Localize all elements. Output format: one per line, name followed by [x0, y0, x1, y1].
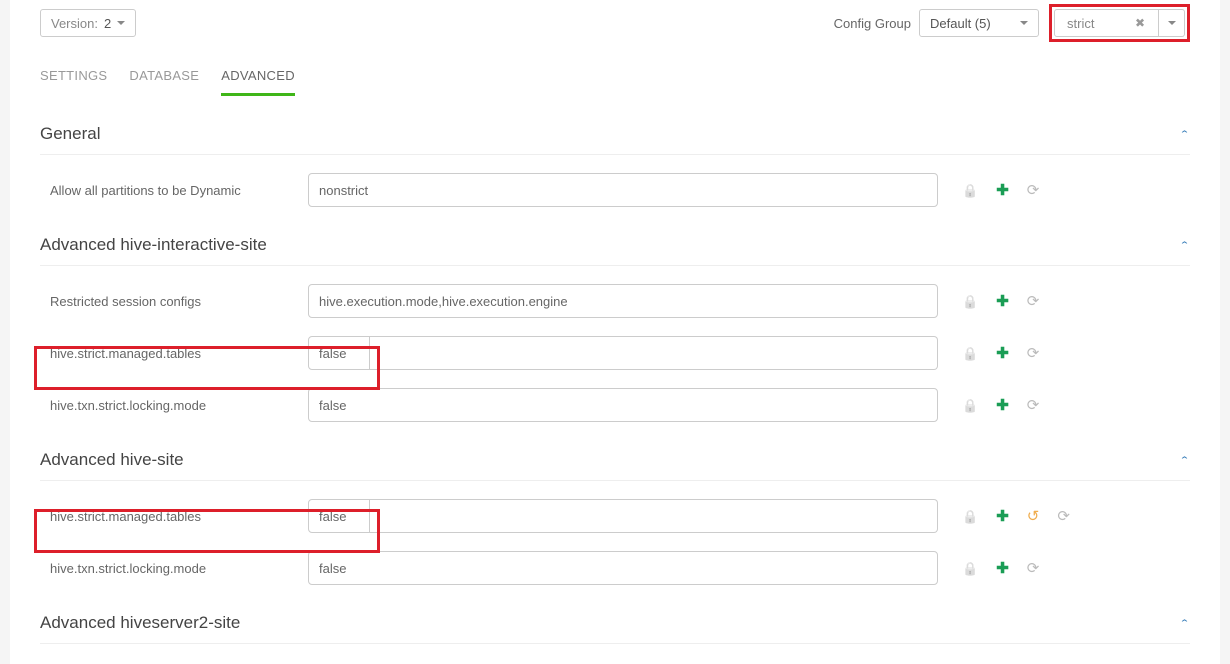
chevron-down-icon	[1168, 21, 1176, 25]
lock-icon[interactable]	[962, 508, 978, 525]
panel-header-general[interactable]: General ⌃	[40, 124, 1190, 155]
filter-input-wrapper[interactable]: ✖	[1054, 9, 1159, 37]
config-label: hive.txn.strict.locking.mode	[40, 561, 300, 576]
config-row-strict-managed-tables: hive.strict.managed.tables ✚ ↺ ⟳	[40, 499, 1190, 533]
config-row: Restricted session configs ✚ ⟳	[40, 284, 1190, 318]
config-row-strict-managed-tables: hive.strict.managed.tables ✚ ⟳	[40, 336, 1190, 370]
lock-icon[interactable]	[962, 182, 978, 199]
refresh-icon[interactable]: ⟳	[1027, 559, 1040, 577]
config-input-txn-strict-locking[interactable]	[308, 551, 938, 585]
refresh-icon[interactable]: ⟳	[1027, 181, 1040, 199]
config-input-extra[interactable]	[370, 499, 938, 533]
config-group-value: Default (5)	[930, 16, 991, 31]
panel-general: General ⌃ Allow all partitions to be Dyn…	[40, 124, 1190, 207]
refresh-icon[interactable]: ⟳	[1057, 507, 1070, 525]
version-label: Version:	[51, 16, 98, 31]
panel-header-hiveserver2[interactable]: Advanced hiveserver2-site ⌃	[40, 613, 1190, 644]
tab-database[interactable]: DATABASE	[129, 62, 199, 96]
config-input-strict-managed-tables[interactable]	[308, 499, 370, 533]
chevron-up-icon: ⌃	[1179, 617, 1190, 628]
config-group-dropdown[interactable]: Default (5)	[919, 9, 1039, 37]
chevron-down-icon	[117, 21, 125, 25]
panel-header-hive-site[interactable]: Advanced hive-site ⌃	[40, 450, 1190, 481]
version-value: 2	[104, 16, 111, 31]
tab-bar: SETTINGS DATABASE ADVANCED	[40, 62, 1190, 96]
clear-icon[interactable]: ✖	[1135, 16, 1145, 30]
config-label: hive.strict.managed.tables	[40, 346, 300, 361]
lock-icon[interactable]	[962, 345, 978, 362]
override-icon[interactable]: ✚	[996, 396, 1009, 414]
override-icon[interactable]: ✚	[996, 292, 1009, 310]
chevron-down-icon	[1020, 21, 1028, 25]
panel-title: Advanced hiveserver2-site	[40, 613, 240, 633]
config-label: hive.txn.strict.locking.mode	[40, 398, 300, 413]
panel-title: Advanced hive-site	[40, 450, 184, 470]
config-input-txn-strict-locking[interactable]	[308, 388, 938, 422]
chevron-up-icon: ⌃	[1179, 454, 1190, 465]
override-icon[interactable]: ✚	[996, 507, 1009, 525]
config-label: Restricted session configs	[40, 294, 300, 309]
config-input-restricted-session[interactable]	[308, 284, 938, 318]
panel-hive-site: Advanced hive-site ⌃ hive.strict.managed…	[40, 450, 1190, 585]
tab-advanced[interactable]: ADVANCED	[221, 62, 295, 96]
panel-hiveserver2-site: Advanced hiveserver2-site ⌃	[40, 613, 1190, 644]
panel-title: General	[40, 124, 100, 144]
config-input-dynamic-partitions[interactable]	[308, 173, 938, 207]
refresh-icon[interactable]: ⟳	[1027, 344, 1040, 362]
config-row: Allow all partitions to be Dynamic ✚ ⟳	[40, 173, 1190, 207]
highlight-filter: ✖	[1049, 4, 1190, 42]
override-icon[interactable]: ✚	[996, 344, 1009, 362]
panel-title: Advanced hive-interactive-site	[40, 235, 267, 255]
config-label: Allow all partitions to be Dynamic	[40, 183, 300, 198]
undo-icon[interactable]: ↺	[1027, 507, 1040, 525]
config-row: hive.txn.strict.locking.mode ✚ ⟳	[40, 551, 1190, 585]
config-input-extra[interactable]	[370, 336, 938, 370]
panel-hive-interactive-site: Advanced hive-interactive-site ⌃ Restric…	[40, 235, 1190, 422]
lock-icon[interactable]	[962, 397, 978, 414]
filter-input[interactable]	[1065, 15, 1135, 32]
filter-dropdown-button[interactable]	[1159, 9, 1185, 37]
config-group-label: Config Group	[834, 16, 911, 31]
config-input-strict-managed-tables[interactable]	[308, 336, 370, 370]
config-label: hive.strict.managed.tables	[40, 509, 300, 524]
chevron-up-icon: ⌃	[1179, 128, 1190, 139]
lock-icon[interactable]	[962, 560, 978, 577]
version-dropdown[interactable]: Version: 2	[40, 9, 136, 37]
refresh-icon[interactable]: ⟳	[1027, 396, 1040, 414]
tab-settings[interactable]: SETTINGS	[40, 62, 107, 96]
config-row: hive.txn.strict.locking.mode ✚ ⟳	[40, 388, 1190, 422]
chevron-up-icon: ⌃	[1179, 239, 1190, 250]
lock-icon[interactable]	[962, 293, 978, 310]
refresh-icon[interactable]: ⟳	[1027, 292, 1040, 310]
override-icon[interactable]: ✚	[996, 181, 1009, 199]
panel-header-hive-interactive[interactable]: Advanced hive-interactive-site ⌃	[40, 235, 1190, 266]
override-icon[interactable]: ✚	[996, 559, 1009, 577]
